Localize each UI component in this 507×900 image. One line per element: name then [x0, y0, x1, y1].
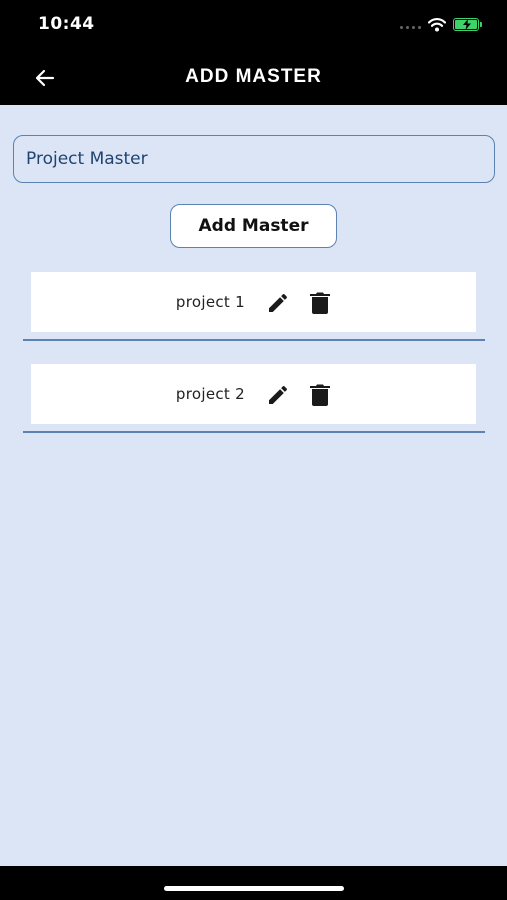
list-item: project 1 [31, 272, 476, 332]
trash-icon[interactable] [309, 383, 331, 407]
status-time: 10:44 [38, 14, 95, 34]
list-item-label: project 1 [175, 293, 245, 311]
trash-icon[interactable] [309, 291, 331, 315]
list-item: project 2 [31, 364, 476, 424]
cellular-signal-icon [400, 26, 421, 29]
bottom-bar [0, 866, 507, 900]
list-item-label: project 2 [175, 385, 245, 403]
divider [23, 339, 485, 341]
home-indicator[interactable] [164, 886, 344, 891]
battery-charging-icon [453, 18, 479, 31]
pencil-icon[interactable] [266, 383, 290, 407]
app-header: ADD MASTER [0, 52, 507, 105]
add-master-button[interactable]: Add Master [170, 204, 337, 248]
status-bar: 10:44 [0, 0, 507, 52]
wifi-icon [428, 18, 446, 32]
battery-tip [480, 22, 482, 27]
pencil-icon[interactable] [266, 291, 290, 315]
page-title: ADD MASTER [185, 66, 322, 87]
divider [23, 431, 485, 433]
project-master-input[interactable] [13, 135, 495, 183]
